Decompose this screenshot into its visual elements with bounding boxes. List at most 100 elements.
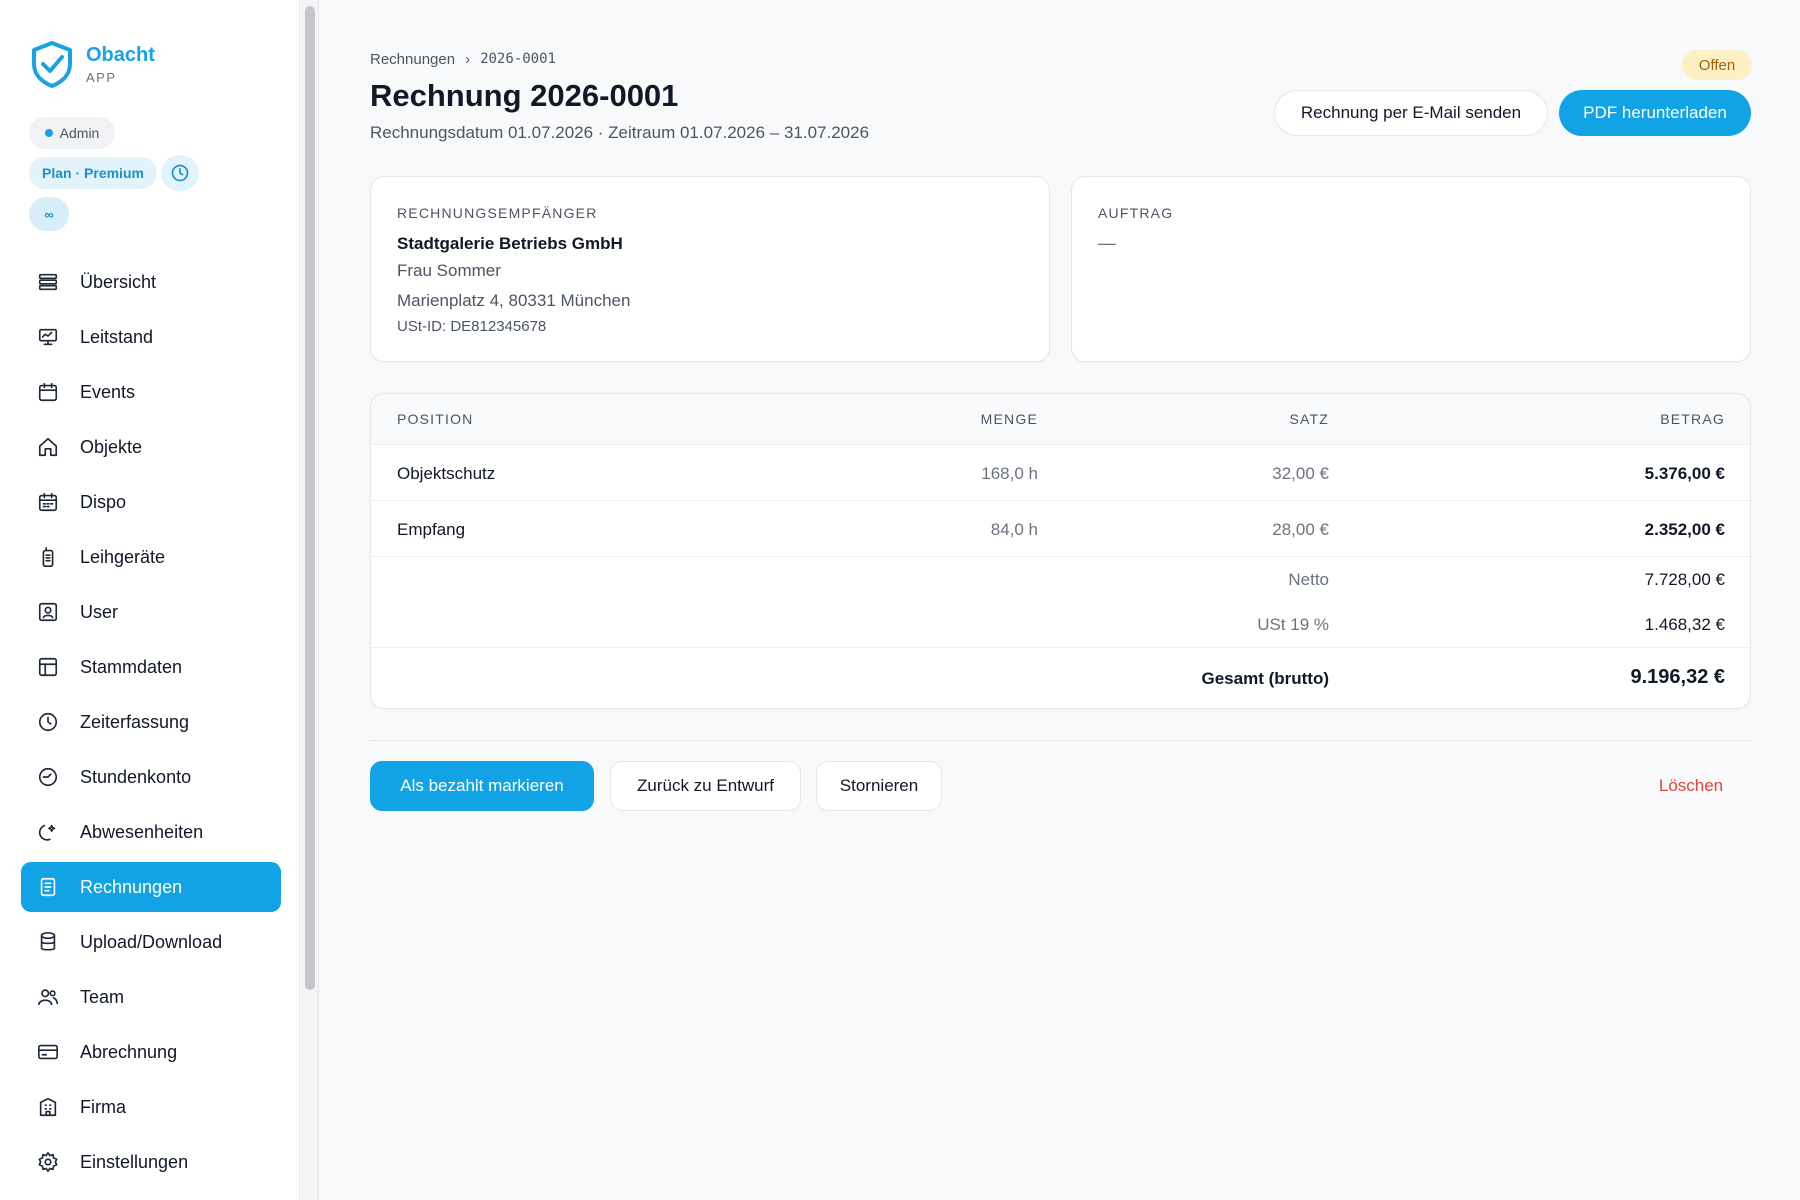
total-label: Gesamt (brutto) bbox=[1201, 669, 1330, 688]
moon-star-icon bbox=[36, 820, 60, 844]
sidebar-item-label: Objekte bbox=[80, 436, 143, 457]
sidebar-item-firma[interactable]: Firma bbox=[21, 1082, 281, 1132]
send-email-button[interactable]: Rechnung per E-Mail senden bbox=[1274, 90, 1548, 136]
shield-check-icon bbox=[32, 41, 72, 88]
delete-button[interactable]: Löschen bbox=[1646, 761, 1736, 811]
role-badge-label: Admin bbox=[59, 125, 100, 141]
sidebar-item-stammdaten[interactable]: Stammdaten bbox=[21, 642, 281, 692]
sidebar-scrollbar-thumb[interactable] bbox=[305, 6, 315, 990]
sidebar-item-upload-download[interactable]: Upload/Download bbox=[21, 917, 281, 967]
plan-clock-button[interactable] bbox=[161, 155, 199, 191]
gear-icon bbox=[36, 1150, 60, 1174]
sidebar-item-label: Übersicht bbox=[80, 271, 157, 292]
sidebar-item-label: Leitstand bbox=[80, 326, 154, 347]
sidebar-item-label: Team bbox=[80, 986, 125, 1007]
summary-rows: Netto 7.728,00 € USt 19 % 1.468,32 € bbox=[371, 556, 1750, 648]
sidebar-item-abwesenheiten[interactable]: Abwesenheiten bbox=[21, 807, 281, 857]
role-badge: Admin bbox=[29, 117, 115, 149]
total-value: 9.196,32 € bbox=[1630, 666, 1725, 688]
sidebar-item-label: Abwesenheiten bbox=[80, 821, 204, 842]
download-pdf-button[interactable]: PDF herunterladen bbox=[1559, 90, 1751, 136]
netto-label: Netto bbox=[1288, 570, 1329, 589]
column-header-satz: SATZ bbox=[1289, 411, 1329, 427]
breadcrumb-separator: › bbox=[465, 51, 471, 68]
sidebar-item-label: Einstellungen bbox=[80, 1151, 189, 1172]
order-value: — bbox=[1098, 233, 1116, 253]
sidebar-item-abrechnung[interactable]: Abrechnung bbox=[21, 1027, 281, 1077]
monitor-icon bbox=[36, 325, 60, 349]
sidebar-item-rechnungen[interactable]: Rechnungen bbox=[21, 862, 281, 912]
cancel-invoice-button[interactable]: Stornieren bbox=[816, 761, 942, 811]
table-row: Objektschutz 168,0 h 32,00 € 5.376,00 € bbox=[371, 444, 1750, 500]
cell-menge: 84,0 h bbox=[990, 520, 1038, 539]
plan-badge: Plan · Premium bbox=[29, 157, 157, 189]
sidebar-item-label: Stammdaten bbox=[80, 656, 183, 677]
cell-betrag: 2.352,00 € bbox=[1644, 520, 1725, 539]
status-dot-icon bbox=[44, 129, 53, 137]
calendar-icon bbox=[36, 380, 60, 404]
cell-position: Empfang bbox=[397, 520, 466, 539]
sidebar-item-events[interactable]: Events bbox=[21, 367, 281, 417]
calendar-grid-icon bbox=[36, 490, 60, 514]
invoice-dates: Rechnungsdatum 01.07.2026 · Zeitraum 01.… bbox=[370, 123, 870, 142]
recipient-address: Marienplatz 4, 80331 München bbox=[397, 291, 631, 310]
sidebar-item-label: Upload/Download bbox=[80, 931, 223, 952]
stack-icon bbox=[36, 270, 60, 294]
cell-betrag: 5.376,00 € bbox=[1644, 464, 1725, 483]
sidebar-item-user[interactable]: User bbox=[21, 587, 281, 637]
status-badge: Offen bbox=[1682, 50, 1752, 80]
sidebar-item-label: Events bbox=[80, 381, 136, 402]
recipient-card: RECHNUNGSEMPFÄNGER Stadtgalerie Betriebs… bbox=[370, 176, 1050, 362]
clock-icon bbox=[36, 710, 60, 734]
unlimited-badge: ∞ bbox=[29, 197, 69, 231]
sidebar-item-objekte[interactable]: Objekte bbox=[21, 422, 281, 472]
sidebar-item-label: Abrechnung bbox=[80, 1041, 178, 1062]
sidebar-item-label: Firma bbox=[80, 1096, 126, 1117]
back-to-draft-button[interactable]: Zurück zu Entwurf bbox=[610, 761, 801, 811]
netto-value: 7.728,00 € bbox=[1644, 570, 1725, 589]
sidebar-item-team[interactable]: Team bbox=[21, 972, 281, 1022]
mark-paid-button[interactable]: Als bezahlt markieren bbox=[370, 761, 594, 811]
sidebar-nav: Übersicht Leitstand Events Objekte Dispo… bbox=[21, 257, 281, 1192]
table-header: POSITION MENGE SATZ BETRAG bbox=[371, 394, 1750, 444]
column-header-menge: MENGE bbox=[980, 411, 1038, 427]
sidebar-item-label: Zeiterfassung bbox=[80, 711, 190, 732]
sidebar-item-leihgeraete[interactable]: Leihgeräte bbox=[21, 532, 281, 582]
breadcrumb-current: 2026-0001 bbox=[480, 51, 556, 67]
order-card: AUFTRAG — bbox=[1071, 176, 1751, 362]
cell-satz: 28,00 € bbox=[1272, 520, 1329, 539]
layout-icon bbox=[36, 655, 60, 679]
cell-satz: 32,00 € bbox=[1272, 464, 1329, 483]
sidebar-item-zeiterfassung[interactable]: Zeiterfassung bbox=[21, 697, 281, 747]
page-title: Rechnung 2026-0001 bbox=[370, 78, 679, 113]
sidebar-item-stundenkonto[interactable]: Stundenkonto bbox=[21, 752, 281, 802]
database-icon bbox=[36, 930, 60, 954]
vat-label: USt 19 % bbox=[1257, 615, 1329, 634]
team-icon bbox=[36, 985, 60, 1009]
recipient-contact: Frau Sommer bbox=[397, 261, 501, 280]
clock-history-icon bbox=[36, 765, 60, 789]
table-row: Empfang 84,0 h 28,00 € 2.352,00 € bbox=[371, 500, 1750, 556]
column-header-position: POSITION bbox=[397, 411, 474, 427]
sidebar-item-uebersicht[interactable]: Übersicht bbox=[21, 257, 281, 307]
breadcrumb-parent-link[interactable]: Rechnungen bbox=[370, 51, 455, 68]
sidebar-item-label: Rechnungen bbox=[80, 876, 183, 897]
order-label: AUFTRAG bbox=[1098, 205, 1174, 221]
sidebar-item-leitstand[interactable]: Leitstand bbox=[21, 312, 281, 362]
column-header-betrag: BETRAG bbox=[1660, 411, 1725, 427]
sidebar-item-dispo[interactable]: Dispo bbox=[21, 477, 281, 527]
actions-divider bbox=[370, 740, 1751, 741]
cell-menge: 168,0 h bbox=[981, 464, 1038, 483]
line-items-table: POSITION MENGE SATZ BETRAG Objektschutz … bbox=[370, 393, 1751, 709]
sidebar-item-einstellungen[interactable]: Einstellungen bbox=[21, 1137, 281, 1187]
document-icon bbox=[36, 875, 60, 899]
radio-device-icon bbox=[36, 545, 60, 569]
home-icon bbox=[36, 435, 60, 459]
sidebar-item-label: User bbox=[80, 601, 119, 622]
total-divider bbox=[371, 647, 1750, 648]
brand-name: Obacht bbox=[86, 43, 155, 66]
sidebar: Obacht APP Admin Plan · Premium ∞ Übersi… bbox=[0, 0, 300, 1200]
sidebar-item-label: Leihgeräte bbox=[80, 546, 166, 567]
building-icon bbox=[36, 1095, 60, 1119]
brand-logo[interactable]: Obacht APP bbox=[30, 40, 155, 88]
